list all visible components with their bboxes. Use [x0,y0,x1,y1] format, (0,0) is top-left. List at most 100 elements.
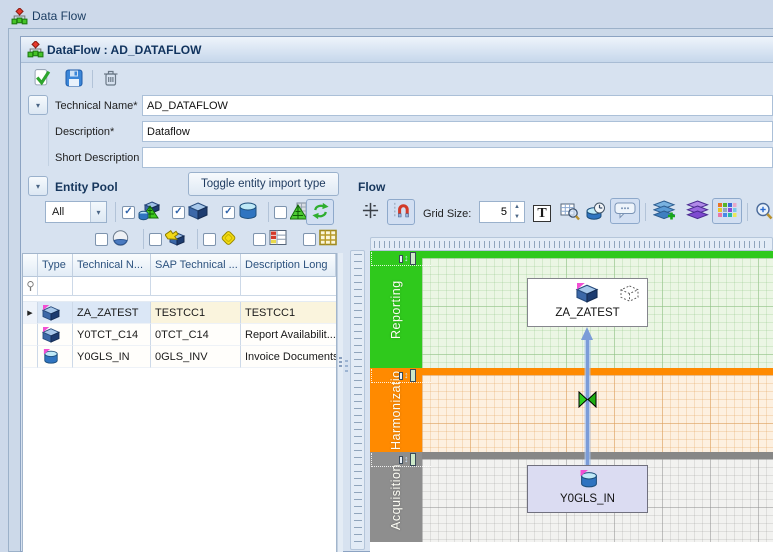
splitter-handle[interactable] [345,360,348,362]
lane-harmonization-area[interactable] [422,375,773,452]
color-palette-button[interactable] [712,198,742,224]
cube-clock-button[interactable] [583,200,609,226]
refresh-icon [311,202,330,223]
infoobject-sphere-checkbox[interactable]: ✓ [95,233,108,246]
table-scrollbar[interactable] [337,253,343,552]
grid-icon [361,201,380,223]
save-button[interactable] [61,66,87,92]
delete-icon [102,69,119,90]
entity-table: Type Technical N... SAP Technical ... De… [22,253,337,552]
cell-description[interactable]: Invoice Documents [241,346,336,368]
cell-sap[interactable]: TESTCC1 [151,302,241,324]
header-sap-technical[interactable]: SAP Technical ... [151,254,241,277]
infoset-checkbox[interactable]: ✓ [274,206,287,219]
window-title: Data Flow [32,9,86,23]
infoobject-diamond-icon [219,229,238,250]
infosource-checkbox[interactable]: ✓ [149,233,162,246]
text-tool-icon: T [533,205,550,222]
filter-report-table[interactable]: ✓ [253,228,287,250]
description-label: Description* [55,122,114,142]
header-type[interactable]: Type [38,254,73,277]
node-za-zatest[interactable]: ZA_ZATEST [527,278,648,327]
header-indicator-cell [23,254,38,277]
activate-button[interactable] [29,66,55,92]
cell-sap[interactable]: 0TCT_C14 [151,324,241,346]
grid-size-input[interactable] [480,202,510,222]
filter-multiprovider[interactable]: ✓ [122,201,160,223]
filter-separator [268,202,269,222]
transformation-icon[interactable] [578,391,597,411]
spin-up-icon[interactable]: ▲ [511,202,523,212]
filter-openhub[interactable]: ✓ [303,228,337,250]
collapse-form-button[interactable]: ▾ [28,95,48,115]
filter-separator [197,229,198,249]
technical-name-input[interactable] [142,95,773,116]
header-description-long[interactable]: Description Long [241,254,336,277]
vertical-ruler [350,250,365,550]
toggle-entity-import-type-button[interactable]: Toggle entity import type [188,172,339,196]
zoom-in-icon [754,201,773,224]
zoom-in-button[interactable] [751,199,773,225]
entity-table-header: Type Technical N... SAP Technical ... De… [23,254,336,277]
filter-infosource[interactable]: ✓ [149,228,186,250]
header-technical-name[interactable]: Technical N... [73,254,151,277]
cell-technical[interactable]: Y0GLS_IN [73,346,151,368]
layers-purple-icon [686,200,709,224]
toolbar-separator [645,203,646,221]
comments-toggle-button[interactable] [610,198,640,224]
layers-button[interactable] [683,199,711,225]
cell-description[interactable]: TESTCC1 [241,302,336,324]
chevron-down-icon: ▾ [36,101,40,110]
flow-canvas[interactable]: Reporting ↕ Harmonizatio ↕ Acquisition ↕… [370,251,773,552]
lane-resize-handle[interactable]: ↕ [399,453,416,466]
openhub-checkbox[interactable]: ✓ [303,233,316,246]
filter-pin-icon [23,277,38,296]
cell-sap[interactable]: 0GLS_INV [151,346,241,368]
report-table-checkbox[interactable]: ✓ [253,233,266,246]
text-tool-button[interactable]: T [530,200,554,226]
add-layer-button[interactable] [650,199,678,225]
datastore-checkbox[interactable]: ✓ [222,206,235,219]
spin-down-icon[interactable]: ▼ [511,212,523,222]
collapse-entity-pool-button[interactable]: ▾ [28,176,48,196]
dashed-cube-icon [620,285,639,305]
lane-resize-handle[interactable]: ↕ [399,252,416,265]
entity-filter-value: All [46,206,90,218]
grid-toggle-button[interactable] [357,199,383,225]
table-row[interactable]: Y0TCT_C14 0TCT_C14 Report Availabilit... [23,324,336,346]
cell-technical[interactable]: ZA_ZATEST [73,302,151,324]
filter-datastore[interactable]: ✓ [222,201,258,223]
short-description-input[interactable] [142,147,773,168]
save-icon [65,69,83,90]
cell-description[interactable]: Report Availabilit... [241,324,336,346]
cell-technical[interactable]: Y0TCT_C14 [73,324,151,346]
report-table-icon [269,229,287,249]
flow-title: Flow [358,180,385,194]
snap-to-grid-button[interactable] [387,199,415,225]
toolbar-separator [747,203,748,221]
cube-clock-icon [586,202,606,224]
table-search-button[interactable] [557,200,583,226]
infoobject-sphere-icon [111,229,130,250]
description-input[interactable] [142,121,773,142]
entity-table-filter-row[interactable] [23,277,336,296]
infoobject-diamond-checkbox[interactable]: ✓ [203,233,216,246]
entity-filter-select[interactable]: All ▾ [45,201,107,223]
multiprovider-checkbox[interactable]: ✓ [122,206,135,219]
node-label: ZA_ZATEST [528,307,647,319]
refresh-entities-button[interactable] [306,199,334,225]
infosource-icon [165,229,186,250]
infocube-checkbox[interactable]: ✓ [172,206,185,219]
filter-infocube[interactable]: ✓ [172,201,208,223]
table-row[interactable]: ▶ ZA_ZATEST TESTCC1 TESTCC1 [23,302,336,324]
filter-infoobject-sphere[interactable]: ✓ [95,228,130,250]
lane-resize-handle[interactable]: ↕ [399,369,416,382]
grid-size-stepper[interactable]: ▲▼ [479,201,525,223]
datastore-icon [238,202,258,223]
delete-button[interactable] [97,66,123,92]
node-y0gls-in[interactable]: Y0GLS_IN [527,465,648,513]
filter-infoobject-diamond[interactable]: ✓ [203,228,238,250]
table-row[interactable]: Y0GLS_IN 0GLS_INV Invoice Documents [23,346,336,368]
entity-pool-title: Entity Pool [55,180,118,194]
node-label: Y0GLS_IN [528,493,647,505]
